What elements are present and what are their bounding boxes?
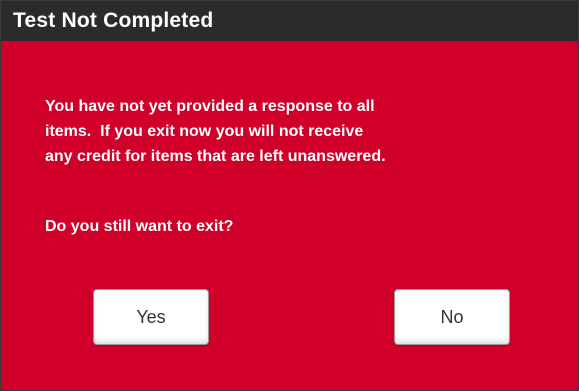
- yes-button-label: Yes: [136, 306, 166, 327]
- dialog-title: Test Not Completed: [13, 9, 214, 32]
- yes-button[interactable]: Yes: [93, 289, 209, 345]
- no-button-label: No: [440, 306, 464, 327]
- warning-message: You have not yet provided a response to …: [45, 94, 565, 169]
- dialog-titlebar: Test Not Completed: [1, 1, 578, 41]
- warning-message-line-2: items. If you exit now you will not rece…: [45, 123, 364, 140]
- warning-message-line-1: You have not yet provided a response to …: [45, 98, 375, 115]
- exit-confirmation-dialog: Test Not Completed You have not yet prov…: [0, 0, 579, 391]
- dialog-body: You have not yet provided a response to …: [1, 41, 578, 390]
- exit-question: Do you still want to exit?: [45, 218, 234, 235]
- warning-message-line-3: any credit for items that are left unans…: [45, 148, 386, 165]
- no-button[interactable]: No: [394, 289, 510, 345]
